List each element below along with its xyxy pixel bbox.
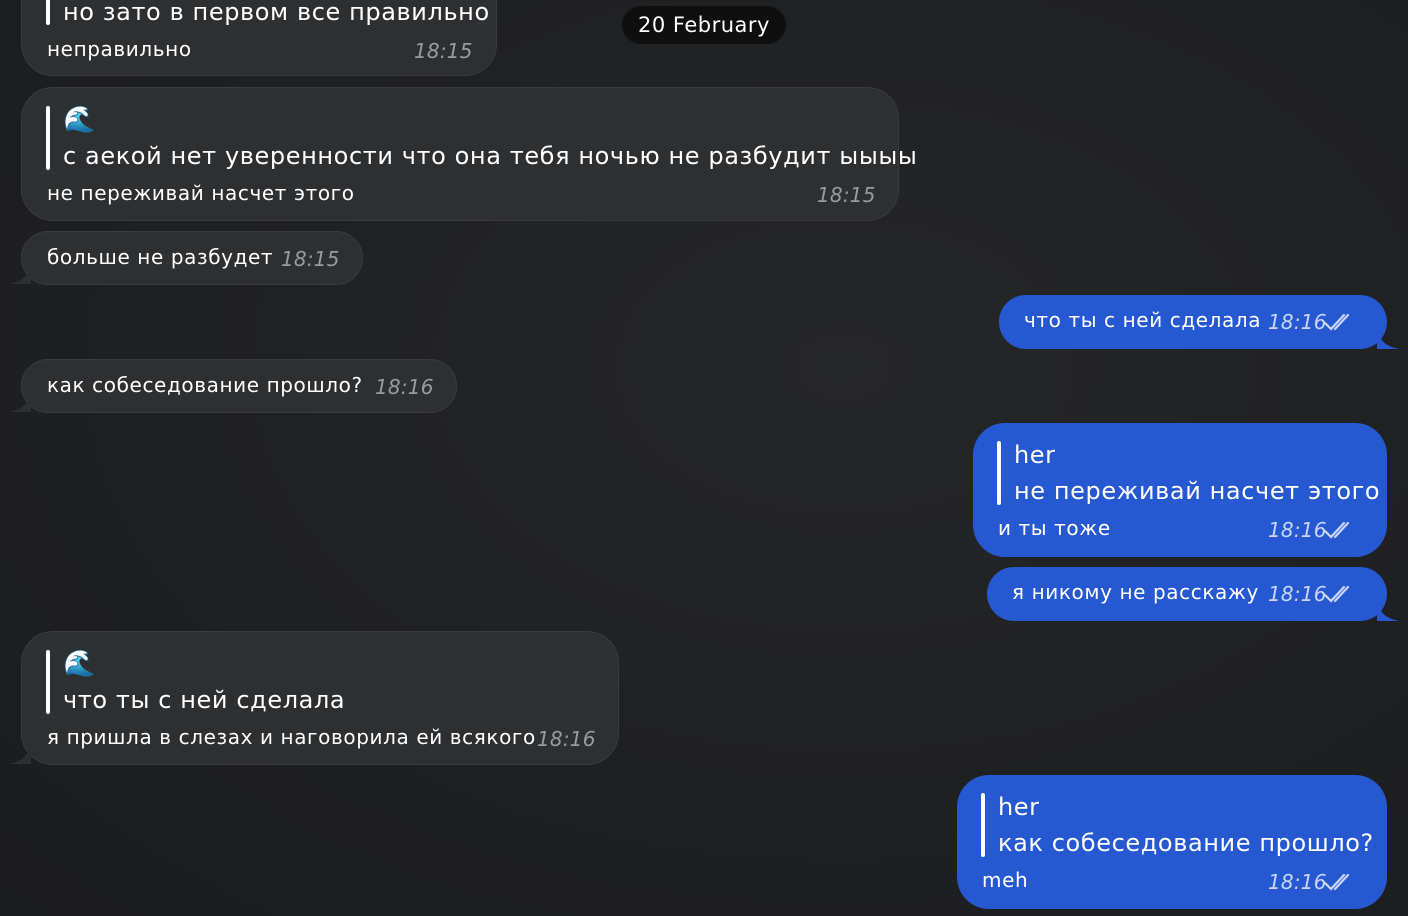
bubble-tail (1377, 600, 1399, 621)
wave-emoji-icon: 🌊 (63, 649, 96, 679)
message-time: 18:16 (1268, 518, 1327, 542)
message-text: неправильно (47, 37, 192, 61)
read-checkmarks-icon (1323, 873, 1350, 891)
reply-quote-author: her (1014, 441, 1056, 469)
chat-history: но зато в первом все правильно неправиль… (0, 0, 1408, 916)
message-text: и ты тоже (998, 516, 1111, 540)
reply-quote-text: с аекой нет уверенности что она тебя ноч… (63, 142, 918, 170)
message-time: 18:15 (414, 39, 473, 63)
message-time: 18:15 (817, 183, 876, 207)
bubble-tail (1377, 328, 1399, 349)
message-time: 18:16 (1268, 582, 1327, 606)
message-incoming[interactable]: 🌊 что ты с ней сделала я пришла в слезах… (21, 631, 619, 765)
bubble-tail (9, 391, 31, 412)
reply-quote-bar (46, 0, 50, 25)
bubble-tail (9, 263, 31, 284)
message-time: 18:16 (537, 727, 596, 751)
message-text: я никому не расскажу (1012, 580, 1259, 604)
message-text: что ты с ней сделала (1024, 308, 1262, 332)
reply-quote-author: her (998, 793, 1040, 821)
message-outgoing[interactable]: что ты с ней сделала 18:16 (999, 295, 1387, 349)
reply-quote-text: что ты с ней сделала (63, 686, 346, 714)
reply-quote-text: как собеседование прошло? (998, 829, 1374, 857)
message-text: meh (982, 868, 1029, 892)
message-time: 18:16 (1268, 310, 1327, 334)
reply-quote-bar (997, 441, 1001, 505)
message-text: как собеседование прошло? (47, 373, 363, 397)
message-text: больше не разбудет (47, 245, 274, 269)
message-incoming[interactable]: как собеседование прошло? 18:16 (21, 359, 457, 413)
message-text: я пришла в слезах и наговорила ей всяког… (47, 725, 536, 749)
bubble-tail (9, 743, 31, 764)
message-text: не переживай насчет этого (47, 181, 355, 205)
read-checkmarks-icon (1323, 313, 1350, 331)
message-incoming[interactable]: больше не разбудет 18:15 (21, 231, 363, 285)
message-time: 18:16 (1268, 870, 1327, 894)
message-incoming[interactable]: 🌊 с аекой нет уверенности что она тебя н… (21, 87, 917, 221)
read-checkmarks-icon (1323, 585, 1350, 603)
reply-quote-text: не переживай насчет этого (1014, 477, 1381, 505)
message-outgoing[interactable]: я никому не расскажу 18:16 (987, 567, 1387, 621)
reply-quote-bar (46, 106, 50, 170)
reply-quote-text: но зато в первом все правильно (63, 0, 490, 26)
message-time: 18:16 (375, 375, 434, 399)
wave-emoji-icon: 🌊 (63, 105, 96, 135)
reply-quote-bar (46, 650, 50, 714)
message-time: 18:15 (281, 247, 340, 271)
message-outgoing[interactable]: her не переживай насчет этого и ты тоже … (973, 423, 1387, 557)
message-incoming[interactable]: но зато в первом все правильно неправиль… (21, 0, 497, 76)
reply-quote-bar (981, 793, 985, 857)
message-outgoing[interactable]: her как собеседование прошло? meh 18:16 (957, 775, 1387, 909)
date-separator: 20 February (622, 6, 786, 44)
read-checkmarks-icon (1323, 521, 1350, 539)
